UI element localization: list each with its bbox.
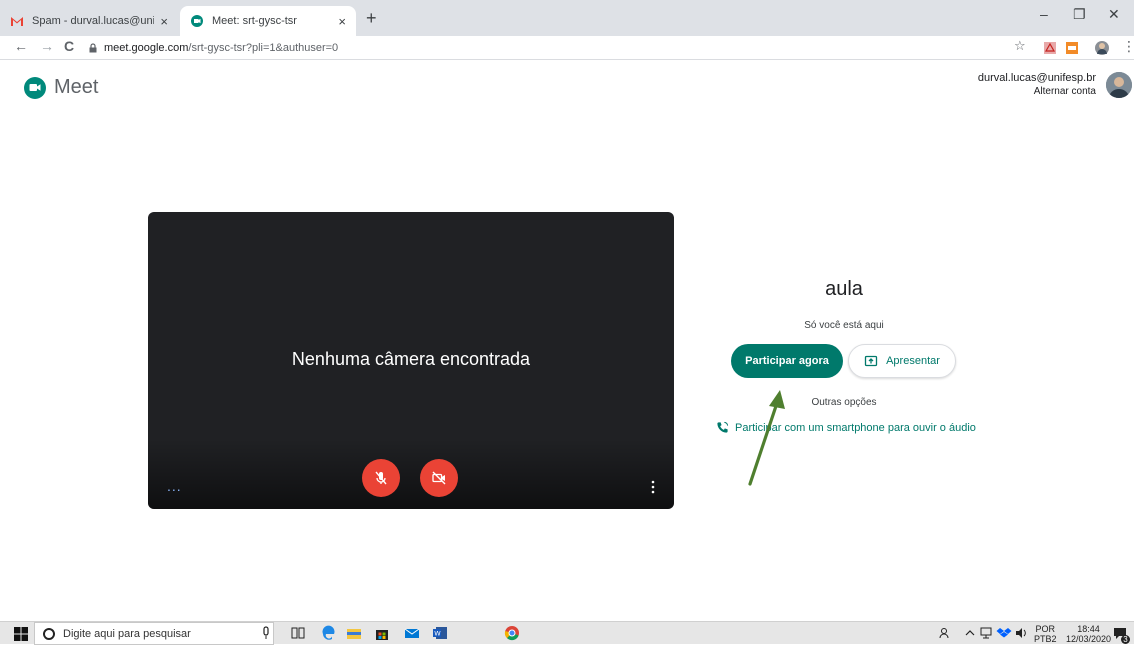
url-host: meet.google.com [104, 42, 189, 54]
taskbar-search-box[interactable]: Digite aqui para pesquisar [34, 622, 274, 645]
windows-taskbar: Digite aqui para pesquisar W POR PTB2 18… [0, 621, 1134, 645]
present-label: Apresentar [886, 355, 940, 367]
tab-gmail-spam[interactable]: Spam - durval.lucas@unifesp.br - × [0, 6, 178, 36]
windows-start-icon[interactable] [14, 627, 28, 641]
meeting-name: aula [825, 278, 863, 300]
avatar-icon [1106, 72, 1132, 98]
video-preview: Nenhuma câmera encontrada ... [148, 212, 674, 509]
people-icon[interactable] [938, 625, 954, 641]
url-path: /srt-gysc-tsr?pli=1&authuser=0 [188, 42, 339, 54]
keyboard-layout: PTB2 [1034, 634, 1057, 644]
tab-close-button[interactable]: × [160, 14, 168, 29]
user-avatar[interactable] [1106, 72, 1132, 98]
gmail-icon [11, 17, 23, 26]
account-email: durval.lucas@unifesp.br [977, 72, 1096, 84]
browser-menu-icon[interactable]: ⋮ [1122, 38, 1134, 55]
bookmark-star-icon[interactable]: ☆ [1014, 38, 1026, 54]
account-info: durval.lucas@unifesp.br Alternar conta [978, 72, 1096, 98]
microphone-icon[interactable] [258, 625, 274, 641]
tab-meet[interactable]: Meet: srt-gysc-tsr × [180, 6, 356, 36]
tab-title: Meet: srt-gysc-tsr [212, 15, 297, 27]
switch-account-link[interactable]: Alternar conta [978, 85, 1096, 98]
network-icon[interactable] [978, 625, 994, 641]
file-explorer-icon[interactable] [346, 625, 362, 641]
meet-favicon-icon [191, 15, 203, 27]
store-icon[interactable] [374, 625, 390, 641]
edge-browser-icon[interactable] [320, 625, 336, 641]
meet-logo-icon [24, 77, 46, 99]
chrome-icon[interactable] [504, 625, 520, 641]
close-window-button[interactable]: ✕ [1108, 6, 1120, 23]
mail-icon[interactable] [404, 625, 420, 641]
product-title: Meet [54, 76, 99, 98]
clock-date: 12/03/2020 [1066, 634, 1112, 644]
annotation-arrow-icon [748, 390, 785, 486]
cortana-icon [43, 627, 55, 640]
more-options-icon[interactable] [651, 480, 655, 494]
preview-gradient [148, 439, 674, 509]
phone-audio-icon [717, 421, 729, 433]
no-camera-message: Nenhuma câmera encontrada [291, 349, 531, 369]
microphone-toggle-button[interactable] [362, 459, 400, 497]
browser-toolbar: ← → C meet.google.com/srt-gysc-tsr?pli=1… [0, 36, 1134, 60]
word-icon[interactable]: W [432, 625, 448, 641]
participants-status: Só você está aqui [804, 320, 884, 331]
input-language-indicator[interactable]: POR PTB2 [1034, 624, 1057, 644]
taskbar-search-placeholder: Digite aqui para pesquisar [63, 627, 191, 640]
back-button[interactable]: ← [14, 38, 28, 54]
clock-time: 18:44 [1077, 624, 1100, 634]
profile-avatar-icon[interactable] [1094, 40, 1110, 56]
dropbox-icon[interactable] [996, 625, 1012, 641]
language-code: POR [1035, 624, 1056, 634]
tab-title: Spam - durval.lucas@unifesp.br - [32, 15, 154, 27]
forward-button[interactable]: → [40, 38, 54, 54]
browser-tab-strip: Spam - durval.lucas@unifesp.br - × Meet:… [0, 0, 1134, 36]
notification-center-button[interactable]: 3 [1112, 625, 1130, 644]
new-tab-button[interactable]: + [366, 8, 377, 29]
join-now-button[interactable]: Participar agora [731, 344, 843, 378]
restore-button[interactable]: ❐ [1073, 6, 1086, 23]
tab-close-button[interactable]: × [338, 14, 346, 29]
reload-button[interactable]: C [64, 38, 74, 54]
present-button[interactable]: Apresentar [848, 344, 956, 378]
camera-off-icon [432, 471, 446, 485]
volume-icon[interactable] [1014, 625, 1030, 641]
address-bar[interactable]: meet.google.com/srt-gysc-tsr?pli=1&authu… [88, 38, 1008, 58]
show-hidden-icons-icon[interactable] [962, 625, 978, 641]
mic-off-icon [375, 471, 387, 485]
pdf-extension-icon[interactable] [1042, 40, 1058, 56]
minimize-button[interactable]: – [1040, 6, 1048, 22]
taskbar-clock[interactable]: 18:44 12/03/2020 [1066, 624, 1111, 644]
present-screen-icon [864, 355, 878, 367]
extension-icon[interactable] [1064, 40, 1080, 56]
task-view-icon[interactable] [290, 625, 306, 641]
notification-count: 3 [1121, 635, 1130, 644]
lock-icon [89, 43, 97, 53]
more-effects-icon[interactable]: ... [167, 478, 182, 494]
camera-toggle-button[interactable] [420, 459, 458, 497]
svg-text:W: W [434, 630, 441, 638]
